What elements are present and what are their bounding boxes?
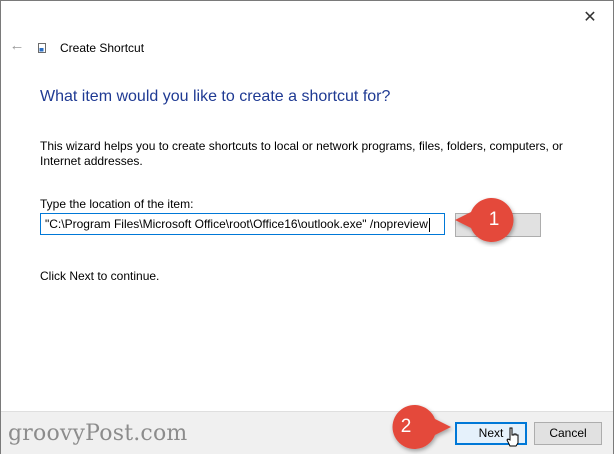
page-heading: What item would you like to create a sho…	[40, 88, 391, 105]
continue-hint: Click Next to continue.	[40, 269, 160, 283]
location-input-value: "C:\Program Files\Microsoft Office\root\…	[45, 217, 428, 231]
groovypost-watermark: groovyPost.com	[8, 421, 188, 446]
hand-cursor-icon	[506, 427, 519, 447]
close-icon: ✕	[583, 9, 597, 26]
location-label: Type the location of the item:	[40, 197, 194, 211]
close-button[interactable]: ✕	[567, 3, 613, 31]
callout-badge-2: 2	[380, 404, 454, 454]
back-arrow-icon[interactable]: ←	[7, 37, 27, 55]
callout-number-1: 1	[488, 209, 500, 230]
location-input[interactable]: "C:\Program Files\Microsoft Office\root\…	[40, 213, 445, 235]
callout-number-2: 2	[400, 416, 412, 437]
wizard-description: This wizard helps you to create shortcut…	[40, 139, 563, 168]
shortcut-app-icon	[38, 43, 46, 53]
wizard-title: Create Shortcut	[60, 41, 145, 55]
cancel-button[interactable]: Cancel	[534, 422, 602, 445]
callout-badge-1: 1	[452, 197, 526, 247]
text-caret	[428, 217, 430, 232]
